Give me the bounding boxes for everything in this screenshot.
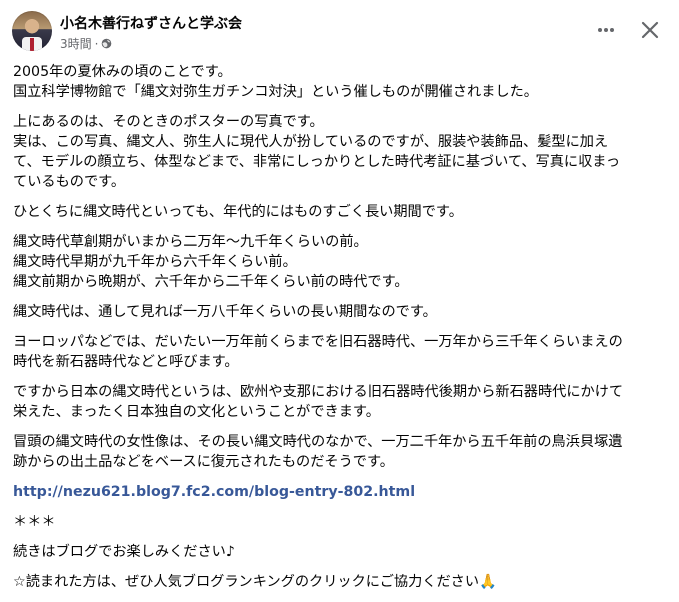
- post-paragraph: 冒頭の縄文時代の女性像は、その長い縄文時代のなかで、一万二千年から五千年前の鳥浜…: [13, 434, 623, 470]
- group-name-link[interactable]: 小名木善行ねずさんと学ぶ会: [60, 13, 242, 33]
- post-header: 小名木善行ねずさんと学ぶ会 3時間 ·: [0, 0, 679, 60]
- post-paragraph: 縄文時代は、通して見れば一万八千年くらいの長い期間なのです。: [13, 304, 437, 320]
- avatar-tie: [30, 38, 34, 51]
- post-time-link[interactable]: 3時間: [60, 35, 92, 52]
- request-text: ☆読まれた方は、ぜひ人気ブログランキングのクリックにご協力ください: [13, 574, 480, 590]
- globe-icon: [102, 38, 112, 49]
- blog-link[interactable]: http://nezu621.blog7.fc2.com/blog-entry-…: [13, 484, 415, 500]
- meta-separator: ·: [94, 36, 99, 51]
- request-line: ☆読まれた方は、ぜひ人気ブログランキングのクリックにご協力ください🙏: [13, 572, 663, 592]
- post-body: 2005年の夏休みの頃のことです。 国立科学博物館で「縄文対弥生ガチンコ対決」と…: [13, 62, 663, 602]
- post-paragraph: 縄文時代草創期がいまから二万年〜九千年くらいの前。 縄文時代早期が九千年から六千…: [13, 234, 409, 290]
- post-paragraph: 2005年の夏休みの頃のことです。 国立科学博物館で「縄文対弥生ガチンコ対決」と…: [13, 64, 538, 100]
- divider-text: ＊＊＊: [13, 514, 56, 530]
- avatar[interactable]: [12, 11, 52, 51]
- post-paragraph: ですから日本の縄文時代というは、欧州や支那における旧石器時代後期から新石器時代に…: [13, 384, 624, 420]
- post-meta: 3時間 ·: [60, 35, 112, 52]
- post-paragraph: ひとくちに縄文時代といっても、年代的にはものすごく長い期間です。: [13, 204, 463, 220]
- more-horizontal-icon: [598, 28, 614, 32]
- more-options-button[interactable]: [590, 14, 622, 46]
- continue-text: 続きはブログでお楽しみください♪: [13, 544, 235, 560]
- close-icon: [641, 21, 659, 39]
- close-button[interactable]: [634, 14, 666, 46]
- pray-icon: 🙏: [479, 574, 497, 590]
- post-paragraph: ヨーロッパなどでは、だいたい一万年前くらまでを旧石器時代、一万年から三千年くらい…: [13, 334, 623, 370]
- post-paragraph: 上にあるのは、そのときのポスターの写真です。 実は、この写真、縄文人、弥生人に現…: [13, 114, 621, 190]
